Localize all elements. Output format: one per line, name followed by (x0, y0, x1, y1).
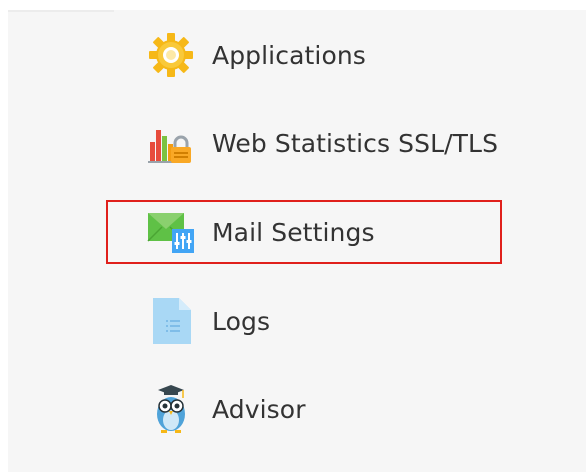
document-icon (146, 296, 196, 346)
gear-icon (146, 30, 196, 80)
menu-item-label: Web Statistics SSL/TLS (212, 128, 499, 158)
menu-item-logs[interactable]: Logs (146, 296, 270, 346)
menu-item-label: Applications (212, 40, 366, 70)
menu-item-web-statistics[interactable]: Web Statistics SSL/TLS (146, 118, 498, 168)
menu-item-mail-settings[interactable]: Mail Settings (146, 207, 375, 257)
menu-item-label: Mail Settings (212, 217, 375, 247)
panel-divider (8, 10, 114, 12)
menu-item-label: Logs (212, 306, 271, 336)
menu-item-applications[interactable]: Applications (146, 30, 366, 80)
menu-item-label: Advisor (212, 394, 306, 424)
menu-item-advisor[interactable]: Advisor (146, 384, 306, 434)
mail-settings-icon (146, 207, 196, 257)
owl-icon (146, 384, 196, 434)
stats-lock-icon (146, 118, 196, 168)
